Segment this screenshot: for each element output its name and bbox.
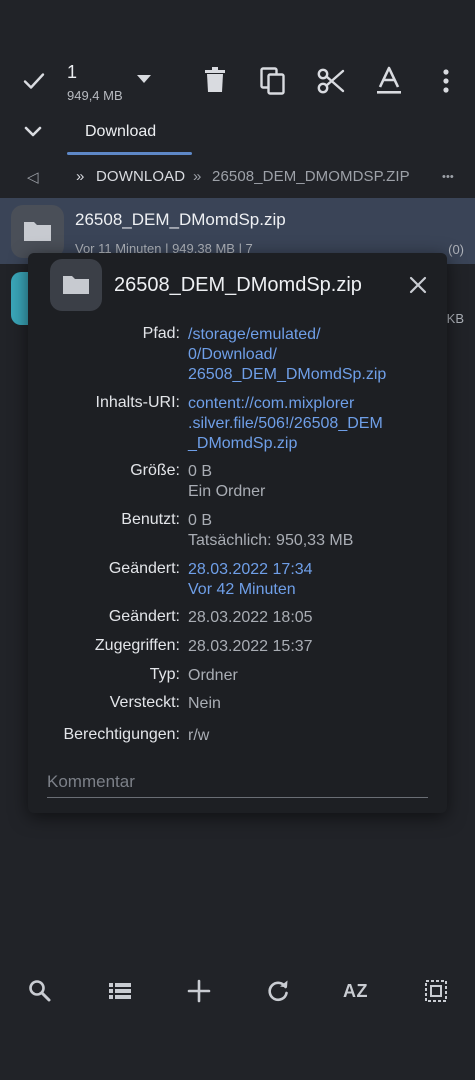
breadcrumb-separator: »	[76, 168, 85, 185]
check-icon[interactable]	[22, 69, 46, 93]
value-type: Ordner	[188, 667, 238, 684]
tab-indicator	[67, 152, 192, 155]
selected-count: 1	[67, 62, 78, 82]
back-icon[interactable]: ◁	[27, 168, 39, 186]
value-path[interactable]: /storage/emulated/ 0/Download/ 26508_DEM…	[188, 325, 386, 385]
comment-underline	[47, 797, 428, 798]
list-view-icon[interactable]	[106, 977, 134, 1005]
folder-icon	[50, 259, 102, 311]
sort-icon[interactable]: AZ	[343, 981, 368, 1002]
tab-download[interactable]: Download	[85, 123, 156, 141]
value-hidden: Nein	[188, 695, 221, 712]
copy-icon[interactable]	[260, 67, 286, 95]
folder-icon	[11, 205, 64, 258]
more-icon[interactable]	[442, 69, 450, 93]
label-content-uri: Inhalts-URI:	[95, 394, 180, 411]
value-changed: 28.03.2022 18:05	[188, 609, 313, 626]
close-icon[interactable]	[405, 272, 431, 298]
file-size: KB	[446, 311, 464, 326]
label-path: Pfad:	[142, 325, 180, 342]
label-size: Größe:	[130, 462, 180, 479]
breadcrumb-current[interactable]: 26508_DEM_DMOMDSP.ZIP	[212, 168, 410, 185]
chevron-down-icon[interactable]	[24, 126, 42, 138]
breadcrumb-separator: »	[193, 168, 202, 185]
dialog-title: 26508_DEM_DMomdSp.zip	[114, 274, 362, 296]
value-used: 0 B Tatsächlich: 950,33 MB	[188, 512, 354, 549]
label-type: Typ:	[149, 666, 180, 683]
value-size: 0 B Ein Ordner	[188, 463, 266, 500]
comment-input[interactable]: Kommentar	[47, 772, 135, 792]
add-icon[interactable]	[185, 977, 213, 1005]
select-all-icon[interactable]	[422, 977, 450, 1005]
cut-icon[interactable]	[317, 67, 345, 95]
label-hidden: Versteckt:	[109, 694, 180, 711]
selected-size: 949,4 MB	[67, 88, 123, 103]
rename-icon[interactable]	[376, 66, 402, 96]
file-count: (0)	[448, 242, 464, 257]
value-accessed: 28.03.2022 15:37	[188, 638, 313, 655]
breadcrumb-overflow-icon[interactable]: •••	[442, 171, 454, 183]
search-icon[interactable]	[26, 977, 54, 1005]
delete-icon[interactable]	[204, 67, 226, 93]
value-content-uri[interactable]: content://com.mixplorer .silver.file/506…	[188, 394, 383, 454]
value-modified[interactable]: 28.03.2022 17:34 Vor 42 Minuten	[188, 560, 313, 600]
label-permissions: Berechtigungen:	[63, 726, 180, 743]
file-name: 26508_DEM_DMomdSp.zip	[75, 210, 286, 229]
refresh-icon[interactable]	[264, 977, 292, 1005]
dropdown-icon[interactable]	[136, 74, 152, 84]
label-used: Benutzt:	[121, 511, 180, 528]
label-changed: Geändert:	[108, 608, 180, 625]
value-permissions: r/w	[188, 727, 210, 744]
label-modified: Geändert:	[108, 560, 180, 577]
breadcrumb-download[interactable]: DOWNLOAD	[96, 168, 185, 185]
label-accessed: Zugegriffen:	[94, 637, 180, 654]
